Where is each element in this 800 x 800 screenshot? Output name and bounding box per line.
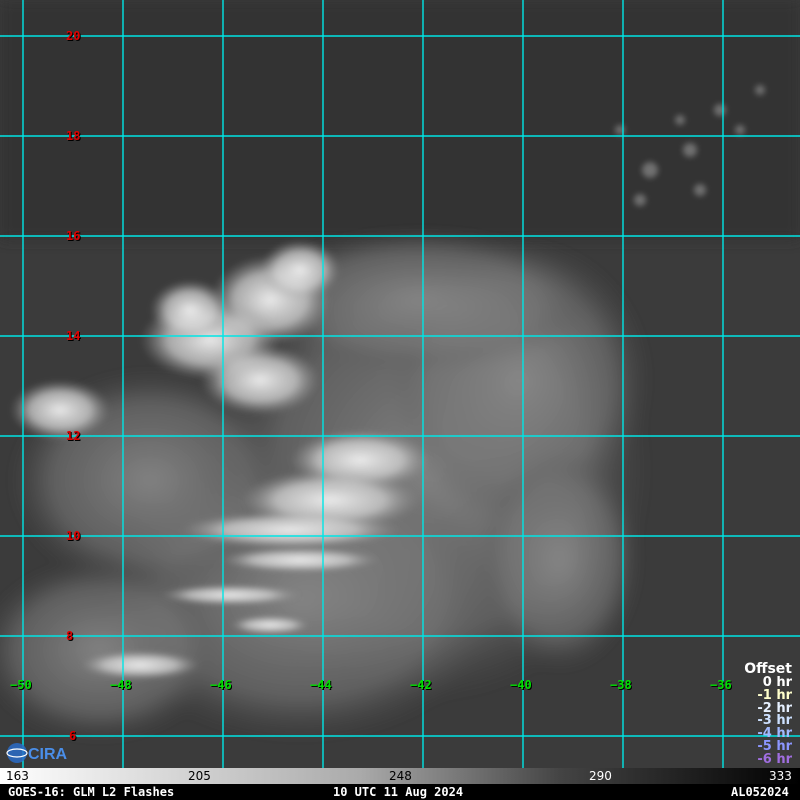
cira-logo-icon: CIRA [6,743,68,763]
latitude-label: 14 [66,329,81,343]
colorbar-tick: 205 [188,769,211,783]
longitude-label: −40 [510,678,532,692]
latitude-label: 8 [66,629,74,643]
colorbar-tick: 290 [589,769,612,783]
offset-legend: Offset 0 hr -1 hr -2 hr -3 hr -4 hr -5 hr -6 h… [744,662,792,767]
latitude-label: 16 [66,229,81,243]
longitude-label: −38 [610,678,632,692]
footer-timestamp: 10 UTC 11 Aug 2024 [333,785,464,799]
longitude-label: −44 [310,678,332,692]
latitude-label: 12 [66,429,81,443]
latitude-label: 10 [66,529,81,543]
colorbar-tick: 163 [6,769,29,783]
latitude-label: 20 [66,29,81,43]
longitude-label: −46 [210,678,232,692]
longitude-label: −50 [10,678,32,692]
satellite-imagery [0,0,800,768]
longitude-label: −36 [710,678,732,692]
footer-storm-id: AL052024 [731,785,789,799]
longitude-label: −42 [410,678,432,692]
footer-bar: GOES-16: GLM L2 Flashes 10 UTC 11 Aug 20… [0,784,800,800]
colorbar-tick: 333 [769,769,792,783]
latitude-label: 18 [66,129,81,143]
logo-text: CIRA [28,746,68,763]
colorbar-tick: 248 [389,769,412,783]
satellite-map: 20 18 16 14 12 10 8 6 −50 −48 −46 −44 −42 −40 −38 −36 O… [0,0,800,800]
legend-item: -6 hr [757,751,792,767]
longitude-label: −48 [110,678,132,692]
footer-product: GOES-16: GLM L2 Flashes [8,785,175,799]
